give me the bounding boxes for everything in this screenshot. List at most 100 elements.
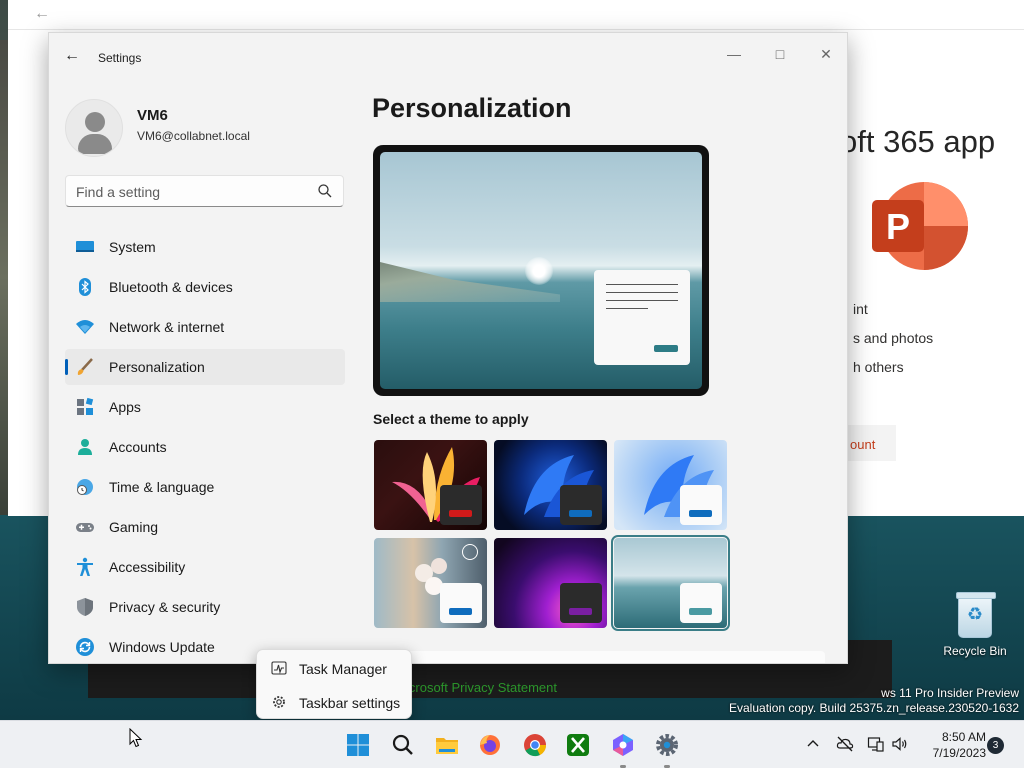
user-name: VM6: [137, 107, 168, 124]
taskbar: 8:50 AM 7/19/2023 3: [0, 720, 1024, 768]
start-button[interactable]: [342, 729, 374, 761]
taskbar-firefox[interactable]: [474, 729, 506, 761]
menu-item-label: Taskbar settings: [299, 695, 401, 711]
settings-titlebar[interactable]: ← Settings — □ ✕: [49, 33, 847, 83]
sidebar-item-gaming[interactable]: Gaming: [65, 509, 345, 545]
theme-swatch: [560, 485, 602, 525]
theme-preview-image: [380, 152, 702, 389]
xbox-icon: [567, 734, 589, 756]
chrome-icon: [524, 734, 547, 757]
recycle-bin[interactable]: ♻ Recycle Bin: [938, 592, 1012, 658]
svg-text:P: P: [886, 206, 910, 247]
sidebar-item-label: Network & internet: [109, 319, 225, 335]
bluetooth-icon: [79, 278, 91, 296]
user-profile[interactable]: VM6 VM6@collabnet.local: [65, 99, 345, 159]
recycle-bin-label: Recycle Bin: [943, 644, 1007, 658]
page-title: Personalization: [372, 93, 572, 123]
sidebar-item-label: Bluetooth & devices: [109, 279, 233, 295]
copilot-icon: [613, 734, 633, 756]
person-icon: [78, 439, 92, 455]
theme-swatch: [560, 583, 602, 623]
sidebar-item-accessibility[interactable]: Accessibility: [65, 549, 345, 585]
sidebar-item-label: Accessibility: [109, 559, 186, 575]
theme-tile-glow[interactable]: [374, 440, 487, 530]
theme-swatch: [680, 583, 722, 623]
menu-item-label: Task Manager: [299, 661, 387, 677]
sidebar-item-personalization[interactable]: Personalization: [65, 349, 345, 385]
settings-window[interactable]: ← Settings — □ ✕ VM6 VM6@collabnet.local…: [48, 32, 848, 664]
taskbar-chrome[interactable]: [519, 729, 551, 761]
search-icon: [392, 734, 413, 755]
privacy-statement-link[interactable]: icrosoft Privacy Statement: [406, 680, 557, 695]
theme-tile-captured-motion[interactable]: [374, 538, 487, 628]
search-box[interactable]: [65, 175, 344, 207]
settings-next-card: [373, 651, 825, 663]
volume-icon[interactable]: [891, 735, 909, 753]
sidebar-item-bluetooth[interactable]: Bluetooth & devices: [65, 269, 345, 305]
cloud-offline-icon[interactable]: [836, 735, 854, 753]
m365-list-item: s and photos: [853, 330, 934, 346]
m365-account-button[interactable]: ount: [846, 425, 896, 461]
minimize-button[interactable]: —: [711, 40, 757, 68]
theme-tile-sunrise[interactable]: [494, 538, 607, 628]
file-explorer-icon: [436, 738, 458, 754]
sidebar-item-privacy[interactable]: Privacy & security: [65, 589, 345, 625]
theme-tile-windows-dark[interactable]: [494, 440, 607, 530]
m365-list-item: h others: [853, 359, 904, 375]
taskbar-copilot[interactable]: [607, 729, 639, 768]
taskbar-settings[interactable]: [651, 729, 683, 768]
sidebar-item-label: Personalization: [109, 359, 205, 375]
search-input[interactable]: [76, 182, 306, 202]
back-arrow-icon[interactable]: ←: [64, 47, 80, 65]
menu-item-task-manager[interactable]: Task Manager: [261, 652, 409, 683]
theme-swatch: [680, 485, 722, 525]
sidebar-item-time-language[interactable]: Time & language: [65, 469, 345, 505]
taskbar-clock[interactable]: 8:50 AM 7/19/2023: [918, 729, 986, 761]
sidebar-item-label: System: [109, 239, 156, 255]
settings-icon: [656, 734, 678, 756]
taskbar-file-explorer[interactable]: [431, 729, 463, 761]
window-title: Settings: [98, 51, 142, 65]
menu-item-taskbar-settings[interactable]: Taskbar settings: [261, 686, 409, 717]
gear-icon: [273, 696, 285, 708]
sidebar-item-label: Time & language: [109, 479, 215, 495]
theme-preview: [373, 145, 709, 396]
browser-back-icon[interactable]: ←: [34, 5, 50, 23]
preview-window-card: [594, 270, 690, 365]
sidebar-item-network[interactable]: Network & internet: [65, 309, 345, 345]
sidebar-item-label: Apps: [109, 399, 141, 415]
sidebar-item-label: Gaming: [109, 519, 159, 535]
sidebar-item-system[interactable]: System: [65, 229, 345, 265]
brush-icon: [77, 358, 93, 375]
recycle-bin-icon: ♻: [956, 592, 996, 638]
theme-swatch: [440, 583, 482, 623]
taskbar-search-button[interactable]: [387, 729, 419, 761]
theme-tile-flow[interactable]: [611, 535, 730, 631]
chevron-up-icon[interactable]: [804, 735, 822, 753]
maximize-button[interactable]: □: [757, 40, 803, 68]
close-button[interactable]: ✕: [803, 40, 847, 68]
theme-tile-windows-light[interactable]: [614, 440, 727, 530]
update-icon: [76, 638, 94, 656]
sidebar-item-apps[interactable]: Apps: [65, 389, 345, 425]
search-icon[interactable]: [317, 183, 333, 199]
start-icon: [347, 734, 369, 756]
task-manager-icon: [271, 661, 287, 675]
accessibility-icon: [77, 557, 93, 576]
settings-nav: System Bluetooth & devices Network & int…: [65, 229, 345, 663]
monitor-icon: [76, 241, 94, 252]
clock-time: 8:50 AM: [941, 730, 986, 744]
network-icon[interactable]: [867, 735, 885, 753]
shield-icon: [77, 598, 93, 616]
powerpoint-logo-icon: P: [872, 182, 968, 270]
browser-topbar: ←: [8, 0, 1024, 30]
notification-badge[interactable]: 3: [987, 737, 1004, 754]
taskbar-xbox[interactable]: [562, 729, 594, 761]
theme-select-label: Select a theme to apply: [373, 411, 529, 427]
sidebar-item-label: Windows Update: [109, 639, 215, 655]
mouse-cursor-icon: [129, 728, 143, 748]
gamepad-icon: [76, 523, 94, 532]
user-email: VM6@collabnet.local: [137, 129, 250, 143]
sidebar-item-accounts[interactable]: Accounts: [65, 429, 345, 465]
firefox-icon: [480, 735, 500, 755]
